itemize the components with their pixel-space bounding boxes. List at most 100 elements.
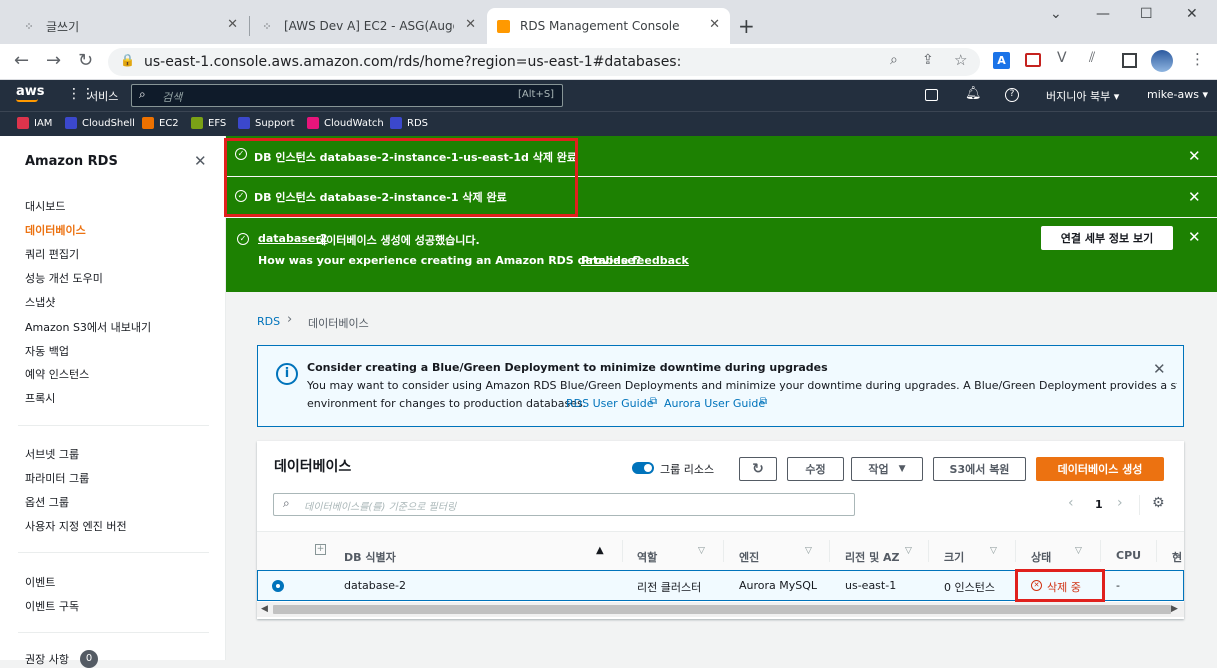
close-icon[interactable]: ✕ <box>465 17 476 32</box>
column-divider <box>622 540 623 562</box>
sidebar-item-custom-engine[interactable]: 사용자 지정 엔진 버전 <box>25 518 127 534</box>
column-role[interactable]: 역할 <box>637 549 657 565</box>
new-tab-icon[interactable]: + <box>738 14 755 38</box>
sidebar-item-dashboard[interactable]: 대시보드 <box>25 198 65 214</box>
bookmark-efs[interactable]: EFS <box>191 117 226 129</box>
close-icon[interactable]: ✕ <box>1153 360 1166 378</box>
group-resources-toggle[interactable] <box>632 462 654 474</box>
bookmark-support[interactable]: Support <box>238 117 295 129</box>
bookmark-cloudshell[interactable]: CloudShell <box>65 117 135 129</box>
bookmark-rds[interactable]: RDS <box>390 117 428 129</box>
expand-all-icon[interactable]: + <box>315 544 326 555</box>
browser-tab-1[interactable]: ⁘ 글쓰기 ✕ <box>12 8 248 44</box>
sidebar-item-query-editor[interactable]: 쿼리 편집기 <box>25 246 79 262</box>
rds-user-guide-link[interactable]: RDS User Guide <box>566 397 653 410</box>
filter-input[interactable]: ⌕ 데이터베이스를(를) 기준으로 필터링 <box>273 493 855 516</box>
chevron-down-icon[interactable]: ⌄ <box>1050 6 1062 22</box>
column-current[interactable]: 현 <box>1172 549 1182 565</box>
help-icon[interactable]: ? <box>1005 88 1019 102</box>
avatar[interactable] <box>1151 50 1173 72</box>
reload-icon[interactable]: ↻ <box>78 50 93 71</box>
column-engine[interactable]: 엔진 <box>739 549 759 565</box>
capture-extension-icon[interactable] <box>1025 53 1041 67</box>
sidebar-item-event-subscriptions[interactable]: 이벤트 구독 <box>25 598 79 614</box>
sort-icon[interactable]: ▽ <box>1075 546 1082 556</box>
scroll-right-icon[interactable]: ▶ <box>1171 604 1178 614</box>
aurora-user-guide-link[interactable]: Aurora User Guide <box>664 397 765 410</box>
scroll-left-icon[interactable]: ◀ <box>261 604 268 614</box>
minimize-icon[interactable]: — <box>1096 6 1110 22</box>
sidebar-item-option-groups[interactable]: 옵션 그룹 <box>25 494 69 510</box>
sidepanel-icon[interactable] <box>1122 53 1137 68</box>
maximize-icon[interactable]: ☐ <box>1140 6 1153 22</box>
next-page-icon[interactable]: › <box>1117 495 1123 511</box>
horizontal-scrollbar[interactable]: ◀ ▶ <box>257 602 1184 617</box>
modify-button[interactable]: 수정 <box>787 457 844 481</box>
refresh-button[interactable]: ↻ <box>739 457 777 481</box>
close-icon[interactable]: ✕ <box>1188 147 1201 165</box>
sort-asc-icon[interactable]: ▲ <box>596 545 604 556</box>
close-icon[interactable]: ✕ <box>709 17 720 32</box>
url-bar[interactable]: 🔒 us-east-1.console.aws.amazon.com/rds/h… <box>108 48 980 76</box>
sidebar-item-parameter-groups[interactable]: 파라미터 그룹 <box>25 470 89 486</box>
bookmark-iam[interactable]: IAM <box>17 117 52 129</box>
page-number[interactable]: 1 <box>1095 498 1103 511</box>
browser-tab-2[interactable]: ⁘ [AWS Dev A] EC2 - ASG(Augo S ✕ <box>250 8 486 44</box>
sidebar-item-proxies[interactable]: 프록시 <box>25 390 55 406</box>
user-menu[interactable]: mike-aws ▾ <box>1147 88 1208 101</box>
column-cpu[interactable]: CPU <box>1116 549 1141 562</box>
row-radio[interactable] <box>272 580 284 592</box>
search-input[interactable]: ⌕ 검색 [Alt+S] <box>131 84 563 107</box>
services-menu[interactable]: 서비스 <box>88 88 118 104</box>
feedback-link[interactable]: Provide feedback <box>581 254 689 267</box>
forward-icon[interactable]: → <box>46 50 61 71</box>
column-size[interactable]: 크기 <box>944 549 964 565</box>
close-window-icon[interactable]: ✕ <box>1186 6 1198 22</box>
prev-page-icon[interactable]: ‹ <box>1068 495 1074 511</box>
close-icon[interactable]: ✕ <box>1188 228 1201 246</box>
translate-extension-icon[interactable]: A <box>993 52 1010 69</box>
sidebar-item-databases[interactable]: 데이터베이스 <box>25 222 86 238</box>
sort-icon[interactable]: ▽ <box>805 546 812 556</box>
sidebar-item-s3-export[interactable]: Amazon S3에서 내보내기 <box>25 319 151 335</box>
share-icon[interactable]: ⇪ <box>922 52 934 68</box>
close-icon[interactable]: ✕ <box>227 17 238 32</box>
reader-extension-icon[interactable]: ⫽ <box>1089 50 1095 66</box>
star-icon[interactable]: ☆ <box>954 51 967 69</box>
cloudshell-icon[interactable] <box>925 89 938 101</box>
more-icon[interactable]: ⋮ <box>1190 50 1205 68</box>
connection-details-button[interactable]: 연결 세부 정보 보기 <box>1041 226 1173 250</box>
create-database-button[interactable]: 데이터베이스 생성 <box>1036 457 1164 481</box>
column-db-identifier[interactable]: DB 식별자 <box>344 549 396 565</box>
db-identifier-link[interactable]: database-2 <box>344 579 406 592</box>
cloudwatch-icon <box>307 117 319 129</box>
column-status[interactable]: 상태 <box>1031 549 1051 565</box>
zoom-icon[interactable]: ⌕ <box>890 52 898 68</box>
breadcrumb-rds[interactable]: RDS <box>257 315 280 328</box>
sort-icon[interactable]: ▽ <box>698 546 705 556</box>
browser-tab-3[interactable]: RDS Management Console ✕ <box>487 8 730 44</box>
sidebar-item-snapshots[interactable]: 스냅샷 <box>25 294 55 310</box>
aws-logo[interactable]: aws <box>16 84 45 99</box>
vimeo-extension-icon[interactable]: V <box>1057 50 1067 66</box>
column-region-az[interactable]: 리전 및 AZ <box>845 549 900 565</box>
bookmark-cloudwatch[interactable]: CloudWatch <box>307 117 384 129</box>
bell-icon[interactable]: 🔔︎ <box>965 86 982 101</box>
sidebar-item-performance-insights[interactable]: 성능 개선 도우미 <box>25 270 103 286</box>
restore-from-s3-button[interactable]: S3에서 복원 <box>933 457 1026 481</box>
sidebar-item-auto-backup[interactable]: 자동 백업 <box>25 343 69 359</box>
bookmark-ec2[interactable]: EC2 <box>142 117 179 129</box>
sort-icon[interactable]: ▽ <box>990 546 997 556</box>
actions-button[interactable]: 작업 ▼ <box>851 457 923 481</box>
sidebar-item-subnet-groups[interactable]: 서브넷 그룹 <box>25 446 79 462</box>
sidebar-item-recommendations[interactable]: 권장 사항 <box>25 651 69 667</box>
close-icon[interactable]: ✕ <box>1188 188 1201 206</box>
region-selector[interactable]: 버지니아 북부 ▾ <box>1046 88 1119 104</box>
back-icon[interactable]: ← <box>14 50 29 71</box>
close-icon[interactable]: ✕ <box>194 152 207 170</box>
sidebar-item-events[interactable]: 이벤트 <box>25 574 55 590</box>
scrollbar-thumb[interactable] <box>273 605 1171 614</box>
sort-icon[interactable]: ▽ <box>905 546 912 556</box>
sidebar-item-reserved-instances[interactable]: 예약 인스턴스 <box>25 366 89 382</box>
gear-icon[interactable]: ⚙ <box>1152 495 1165 511</box>
